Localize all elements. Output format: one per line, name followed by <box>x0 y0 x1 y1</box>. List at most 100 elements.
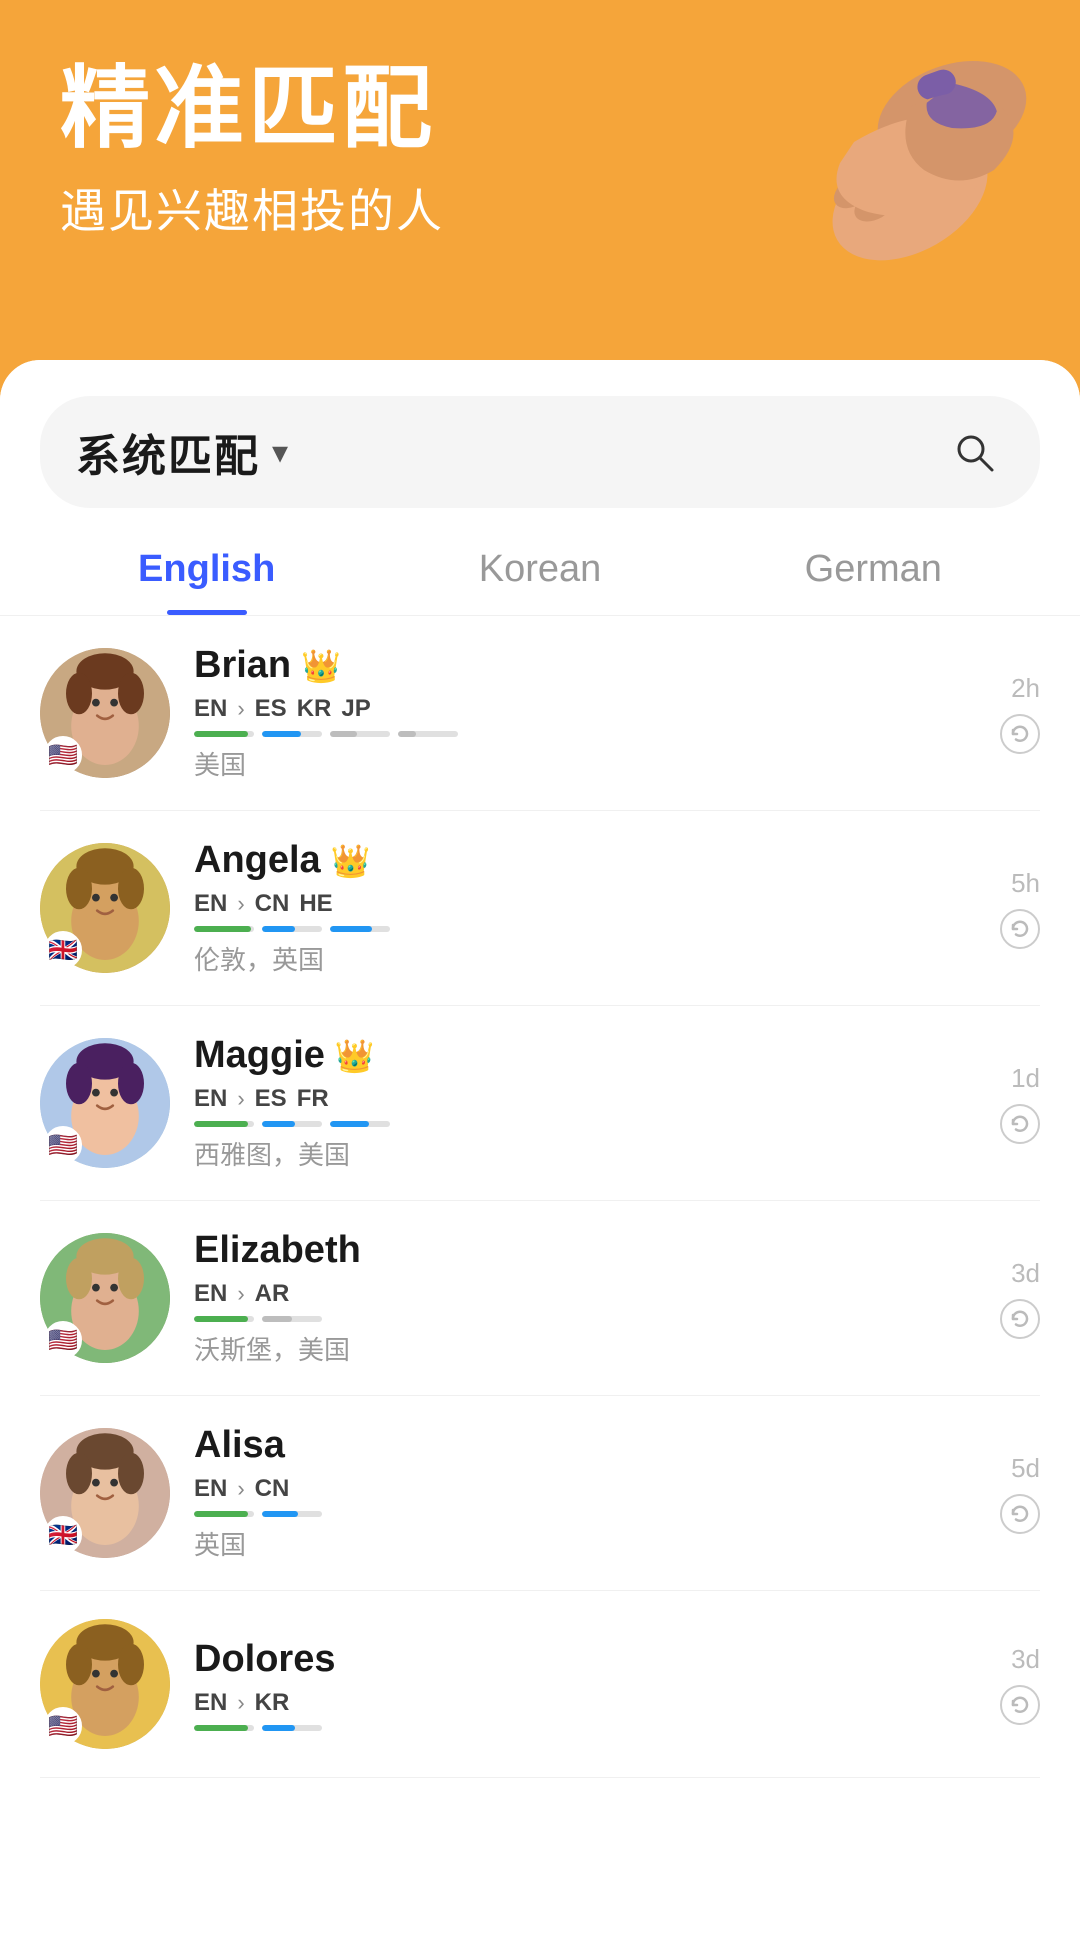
bar-track <box>398 731 458 737</box>
user-info: Brian👑EN›ESKRJP美国 <box>194 644 976 782</box>
user-name-row: Alisa <box>194 1424 976 1467</box>
tab-korean[interactable]: Korean <box>373 518 706 615</box>
user-list: 🇺🇸Brian👑EN›ESKRJP美国2h 🇬🇧Angela👑EN›CNHE伦敦… <box>0 616 1080 1778</box>
language-tabs: English Korean German <box>40 518 1040 615</box>
tab-german[interactable]: German <box>707 518 1040 615</box>
lang-arrow: › <box>237 1690 244 1716</box>
user-name-row: Angela 👑 <box>194 839 976 882</box>
lang-arrow: › <box>237 1086 244 1112</box>
search-bar-title: 系统匹配 <box>76 420 260 484</box>
user-name: Alisa <box>194 1424 285 1467</box>
time-label: 3d <box>1011 1258 1040 1289</box>
crown-icon: 👑 <box>335 1037 375 1075</box>
user-info: Alisa EN › CN 英国 <box>194 1424 976 1562</box>
search-bar-left: 系统匹配 ▾ <box>76 420 288 484</box>
user-name-row: Dolores <box>194 1638 976 1681</box>
lang-to: KR <box>255 1689 290 1717</box>
flag-badge: 🇬🇧 <box>44 931 82 969</box>
avatar: 🇺🇸 <box>40 648 170 778</box>
list-item[interactable]: 🇬🇧Angela👑EN›CNHE伦敦，英国5h <box>40 811 1040 1006</box>
time-label: 5d <box>1011 1453 1040 1484</box>
lang-to: AR <box>255 1280 290 1308</box>
chevron-down-icon: ▾ <box>272 433 288 471</box>
avatar: 🇺🇸 <box>40 1619 170 1749</box>
lang-from: EN <box>194 1085 227 1113</box>
bar-track <box>194 1316 254 1322</box>
time-label: 3d <box>1011 1644 1040 1675</box>
lang-to: ES <box>255 1085 287 1113</box>
user-meta: 5h <box>1000 868 1040 949</box>
user-info: Maggie👑EN›ESFR西雅图，美国 <box>194 1034 976 1172</box>
bar-fill <box>194 1725 248 1731</box>
user-meta: 5d <box>1000 1453 1040 1534</box>
bar-fill <box>194 1511 248 1517</box>
list-item[interactable]: 🇺🇸Maggie👑EN›ESFR西雅图，美国1d <box>40 1006 1040 1201</box>
refresh-button[interactable] <box>1000 1685 1040 1725</box>
search-bar[interactable]: 系统匹配 ▾ <box>40 396 1040 508</box>
lang-bars <box>194 1316 976 1322</box>
bar-track <box>194 1725 254 1731</box>
tab-english[interactable]: English <box>40 518 373 615</box>
refresh-button[interactable] <box>1000 714 1040 754</box>
user-location: 英国 <box>194 1525 976 1562</box>
lang-from: EN <box>194 890 227 918</box>
lang-arrow: › <box>237 696 244 722</box>
user-location: 沃斯堡，美国 <box>194 1330 976 1367</box>
lang-bars <box>194 1121 976 1127</box>
bar-track <box>262 731 322 737</box>
bar-track <box>262 1725 322 1731</box>
lang-bars <box>194 926 976 932</box>
bar-fill <box>194 731 248 737</box>
header-section: 精准匹配 遇见兴趣相投的人 <box>0 0 1080 340</box>
user-info: Angela👑EN›CNHE伦敦，英国 <box>194 839 976 977</box>
bar-track <box>330 731 390 737</box>
lang-arrow: › <box>237 1281 244 1307</box>
refresh-button[interactable] <box>1000 909 1040 949</box>
lang-tags: EN › KR <box>194 1689 976 1717</box>
bar-track <box>262 1511 322 1517</box>
main-card: 系统匹配 ▾ English Korean German <box>0 360 1080 1940</box>
lang-tags: EN›ESKRJP <box>194 695 976 723</box>
bar-fill <box>330 926 372 932</box>
bar-fill <box>262 1121 295 1127</box>
lang-bars <box>194 731 976 737</box>
list-item[interactable]: 🇺🇸ElizabethEN›AR沃斯堡，美国3d <box>40 1201 1040 1396</box>
handshake-illustration <box>770 30 1050 310</box>
lang-to: CN <box>255 890 290 918</box>
lang-to: FR <box>297 1085 329 1113</box>
lang-from: EN <box>194 1280 227 1308</box>
avatar: 🇺🇸 <box>40 1233 170 1363</box>
user-info: ElizabethEN›AR沃斯堡，美国 <box>194 1229 976 1367</box>
user-meta: 3d <box>1000 1644 1040 1725</box>
bar-fill <box>262 1511 298 1517</box>
lang-from: EN <box>194 1689 227 1717</box>
lang-arrow: › <box>237 1476 244 1502</box>
user-info: Dolores EN › KR <box>194 1638 976 1731</box>
user-name: Maggie <box>194 1034 325 1077</box>
refresh-button[interactable] <box>1000 1299 1040 1339</box>
lang-to: ES <box>255 695 287 723</box>
refresh-button[interactable] <box>1000 1494 1040 1534</box>
lang-from: EN <box>194 1475 227 1503</box>
list-item[interactable]: 🇺🇸 Dolores EN › KR 3d <box>40 1591 1040 1778</box>
user-meta: 1d <box>1000 1063 1040 1144</box>
user-location: 伦敦，英国 <box>194 940 976 977</box>
bar-track <box>330 1121 390 1127</box>
lang-tags: EN › CN <box>194 1475 976 1503</box>
lang-to: HE <box>299 890 332 918</box>
flag-badge: 🇺🇸 <box>44 736 82 774</box>
language-tabs-wrapper: English Korean German <box>0 518 1080 616</box>
user-name-row: Maggie 👑 <box>194 1034 976 1077</box>
list-item[interactable]: 🇺🇸Brian👑EN›ESKRJP美国2h <box>40 616 1040 811</box>
list-item[interactable]: 🇬🇧 Alisa EN › CN 英国 5d <box>40 1396 1040 1591</box>
refresh-button[interactable] <box>1000 1104 1040 1144</box>
time-label: 2h <box>1011 673 1040 704</box>
crown-icon: 👑 <box>331 842 371 880</box>
user-name: Angela <box>194 839 321 882</box>
flag-badge: 🇬🇧 <box>44 1516 82 1554</box>
search-button[interactable] <box>944 422 1004 482</box>
lang-tags: EN › ES FR <box>194 1085 976 1113</box>
lang-to: CN <box>255 1475 290 1503</box>
user-meta: 3d <box>1000 1258 1040 1339</box>
lang-bars <box>194 1725 976 1731</box>
